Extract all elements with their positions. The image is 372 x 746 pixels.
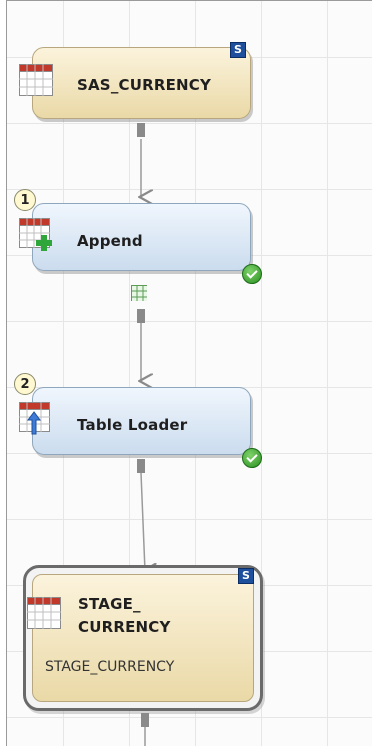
target-table-body: STAGE_ CURRENCY STAGE_CURRENCY bbox=[27, 574, 254, 702]
append-icon bbox=[19, 218, 52, 251]
table-icon bbox=[27, 597, 61, 629]
table-icon bbox=[19, 64, 53, 96]
output-port[interactable] bbox=[137, 459, 145, 473]
target-table-label-line2: CURRENCY bbox=[78, 618, 171, 636]
target-table-sublabel: STAGE_CURRENCY bbox=[45, 659, 175, 675]
output-port[interactable] bbox=[141, 713, 149, 727]
target-table-node[interactable]: STAGE_ CURRENCY STAGE_CURRENCY S bbox=[23, 565, 263, 711]
work-table-icon[interactable] bbox=[131, 285, 147, 301]
success-check-icon bbox=[242, 448, 262, 468]
sas-badge-icon: S bbox=[238, 568, 254, 584]
table-loader-label: Table Loader bbox=[77, 416, 188, 434]
sas-badge-icon: S bbox=[230, 42, 246, 58]
output-port[interactable] bbox=[137, 123, 145, 137]
table-loader-node[interactable]: Table Loader bbox=[19, 387, 262, 468]
append-transform-node[interactable]: Append bbox=[19, 203, 262, 284]
link-loader-target bbox=[140, 472, 145, 571]
target-table-label-line1: STAGE_ bbox=[78, 595, 141, 613]
output-port[interactable] bbox=[137, 309, 145, 323]
step-order-badge: 2 bbox=[14, 373, 36, 395]
success-check-icon bbox=[242, 264, 262, 284]
process-flow-canvas[interactable]: SAS_CURRENCY S Append 1 Table Loader 2 S… bbox=[6, 0, 372, 746]
step-order-badge: 1 bbox=[14, 189, 36, 211]
table-loader-icon bbox=[19, 402, 50, 435]
source-table-label: SAS_CURRENCY bbox=[77, 76, 212, 94]
append-label: Append bbox=[77, 232, 143, 250]
source-table-node[interactable]: SAS_CURRENCY S bbox=[19, 42, 251, 119]
